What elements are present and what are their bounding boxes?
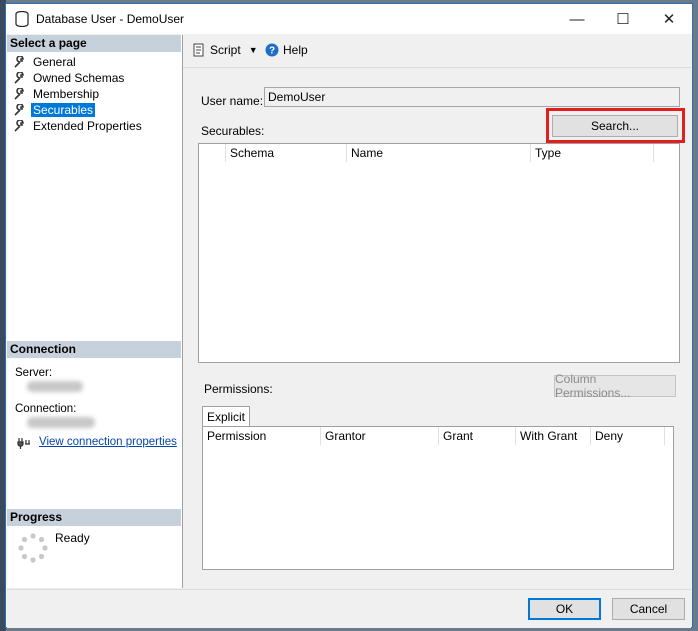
title-bar: Database User - DemoUser — ☐ ✕ — [6, 4, 692, 34]
securables-col-header-name[interactable]: Name — [347, 144, 531, 162]
maximize-button[interactable]: ☐ — [600, 4, 646, 34]
page-item-membership[interactable]: Membership — [13, 86, 144, 102]
help-button[interactable]: ? Help — [265, 43, 308, 57]
connection-properties-icon — [17, 438, 30, 449]
script-icon — [193, 43, 204, 57]
column-permissions-button[interactable]: Column Permissions... — [554, 372, 676, 400]
connection-header: Connection — [7, 341, 181, 358]
maximize-icon: ☐ — [616, 11, 630, 28]
help-icon: ? — [265, 43, 279, 57]
page-item-general[interactable]: General — [13, 54, 144, 70]
cancel-button[interactable]: Cancel — [612, 598, 685, 620]
page-item-label: Owned Schemas — [33, 71, 125, 85]
securables-col-header-type[interactable]: Type — [531, 144, 654, 162]
user-name-field[interactable]: DemoUser — [264, 87, 680, 107]
left-pane: Select a page General Owned Schemas Memb… — [7, 35, 183, 588]
window-title: Database User - DemoUser — [36, 12, 185, 26]
securables-grid[interactable]: Schema Name Type — [198, 143, 680, 363]
help-label: Help — [283, 43, 308, 57]
page-item-label: General — [33, 55, 76, 69]
chevron-down-icon: ▼ — [248, 45, 258, 55]
server-label: Server: — [15, 367, 53, 379]
permissions-col-header-grant[interactable]: Grant — [439, 427, 516, 445]
wrench-icon — [14, 120, 24, 132]
server-value-redacted — [27, 381, 83, 392]
minimize-button[interactable]: — — [554, 4, 600, 34]
page-item-extended-properties[interactable]: Extended Properties — [13, 118, 144, 134]
page-item-owned-schemas[interactable]: Owned Schemas — [13, 70, 144, 86]
database-icon — [15, 11, 29, 27]
progress-status: Ready — [55, 531, 90, 545]
permissions-col-header-grantor[interactable]: Grantor — [321, 427, 439, 445]
minimize-icon: — — [569, 10, 585, 28]
user-name-label: User name: — [201, 94, 264, 108]
progress-header: Progress — [7, 509, 181, 526]
connection-value-redacted — [27, 417, 95, 428]
permissions-grid-header: Permission Grantor Grant With Grant Deny — [203, 427, 665, 445]
securables-label: Securables: — [201, 124, 265, 138]
connection-label: Connection: — [15, 403, 77, 415]
securables-col-header-schema[interactable]: Schema — [226, 144, 347, 162]
page-item-securables[interactable]: Securables — [13, 102, 144, 118]
script-button[interactable]: Script ▼ — [192, 43, 258, 57]
wrench-icon — [14, 56, 24, 68]
search-button-highlight — [546, 108, 685, 143]
page-item-label: Membership — [33, 87, 100, 101]
progress-spinner-icon — [18, 533, 48, 563]
toolbar: Script ▼ ? Help — [183, 35, 691, 68]
permissions-grid[interactable]: Permission Grantor Grant With Grant Deny — [202, 426, 674, 570]
page-item-label: Extended Properties — [33, 119, 142, 133]
database-user-dialog: Database User - DemoUser — ☐ ✕ Select a … — [5, 3, 693, 628]
wrench-icon — [14, 104, 24, 116]
right-pane: Script ▼ ? Help User name: DemoUser Secu… — [183, 35, 691, 588]
dialog-footer: OK Cancel — [7, 589, 691, 628]
svg-text:?: ? — [269, 46, 275, 57]
select-page-header: Select a page — [7, 35, 181, 52]
close-button[interactable]: ✕ — [646, 4, 692, 34]
script-label: Script — [210, 43, 241, 57]
tab-explicit[interactable]: Explicit — [202, 406, 250, 427]
page-item-label: Securables — [31, 103, 96, 117]
permissions-col-header-deny[interactable]: Deny — [591, 427, 665, 445]
permissions-col-header-permission[interactable]: Permission — [203, 427, 321, 445]
view-connection-properties-link[interactable]: View connection properties — [39, 436, 177, 448]
ok-button[interactable]: OK — [528, 598, 601, 620]
wrench-icon — [14, 88, 24, 100]
page-list: General Owned Schemas Membership Securab… — [13, 54, 144, 134]
wrench-icon — [14, 72, 24, 84]
permissions-col-header-with-grant[interactable]: With Grant — [516, 427, 591, 445]
securables-col-header-blank[interactable] — [199, 144, 226, 162]
permissions-label: Permissions: — [204, 382, 273, 396]
securables-grid-header: Schema Name Type — [199, 144, 654, 162]
close-icon: ✕ — [662, 11, 676, 28]
